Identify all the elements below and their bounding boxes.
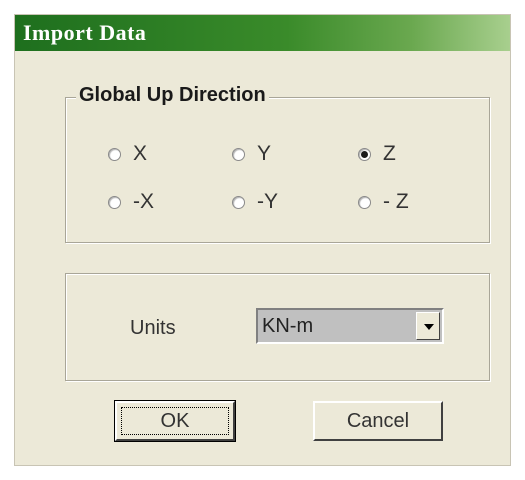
focus-rectangle — [121, 407, 229, 435]
cancel-button-label: Cancel — [346, 409, 410, 432]
ok-button[interactable]: OK — [114, 400, 236, 442]
radio-button-icon — [232, 147, 245, 161]
units-select[interactable]: KN-m — [256, 308, 444, 344]
import-data-dialog: Import Data Global Up Direction X Y Z -X… — [14, 14, 511, 466]
radio-label-z: Z — [383, 142, 396, 165]
radio-label-neg-z: - Z — [383, 190, 409, 213]
radio-button-icon — [358, 195, 371, 209]
radio-button-icon — [108, 147, 121, 161]
radio-neg-x[interactable]: -X — [108, 190, 154, 214]
radio-label-neg-x: -X — [133, 190, 154, 213]
cancel-button[interactable]: Cancel — [313, 401, 443, 441]
radio-neg-y[interactable]: -Y — [232, 190, 278, 214]
radio-z[interactable]: Z — [358, 142, 396, 166]
radio-neg-z[interactable]: - Z — [358, 190, 409, 214]
radio-label-x: X — [133, 142, 148, 165]
units-group: Units KN-m — [65, 273, 490, 381]
dialog-title: Import Data — [23, 20, 147, 45]
radio-button-icon — [232, 195, 245, 209]
group-legend: Global Up Direction — [76, 84, 269, 107]
global-up-direction-group: Global Up Direction X Y Z -X -Y - Z — [65, 84, 490, 243]
chevron-down-icon[interactable] — [416, 312, 440, 340]
title-bar[interactable]: Import Data — [15, 15, 510, 51]
units-selected-value: KN-m — [262, 315, 314, 337]
units-label: Units — [130, 317, 176, 339]
radio-button-icon — [108, 195, 121, 209]
radio-label-neg-y: -Y — [257, 190, 278, 213]
radio-y[interactable]: Y — [232, 142, 271, 166]
radio-label-y: Y — [257, 142, 272, 165]
radio-button-checked-icon — [358, 147, 371, 161]
radio-x[interactable]: X — [108, 142, 147, 166]
